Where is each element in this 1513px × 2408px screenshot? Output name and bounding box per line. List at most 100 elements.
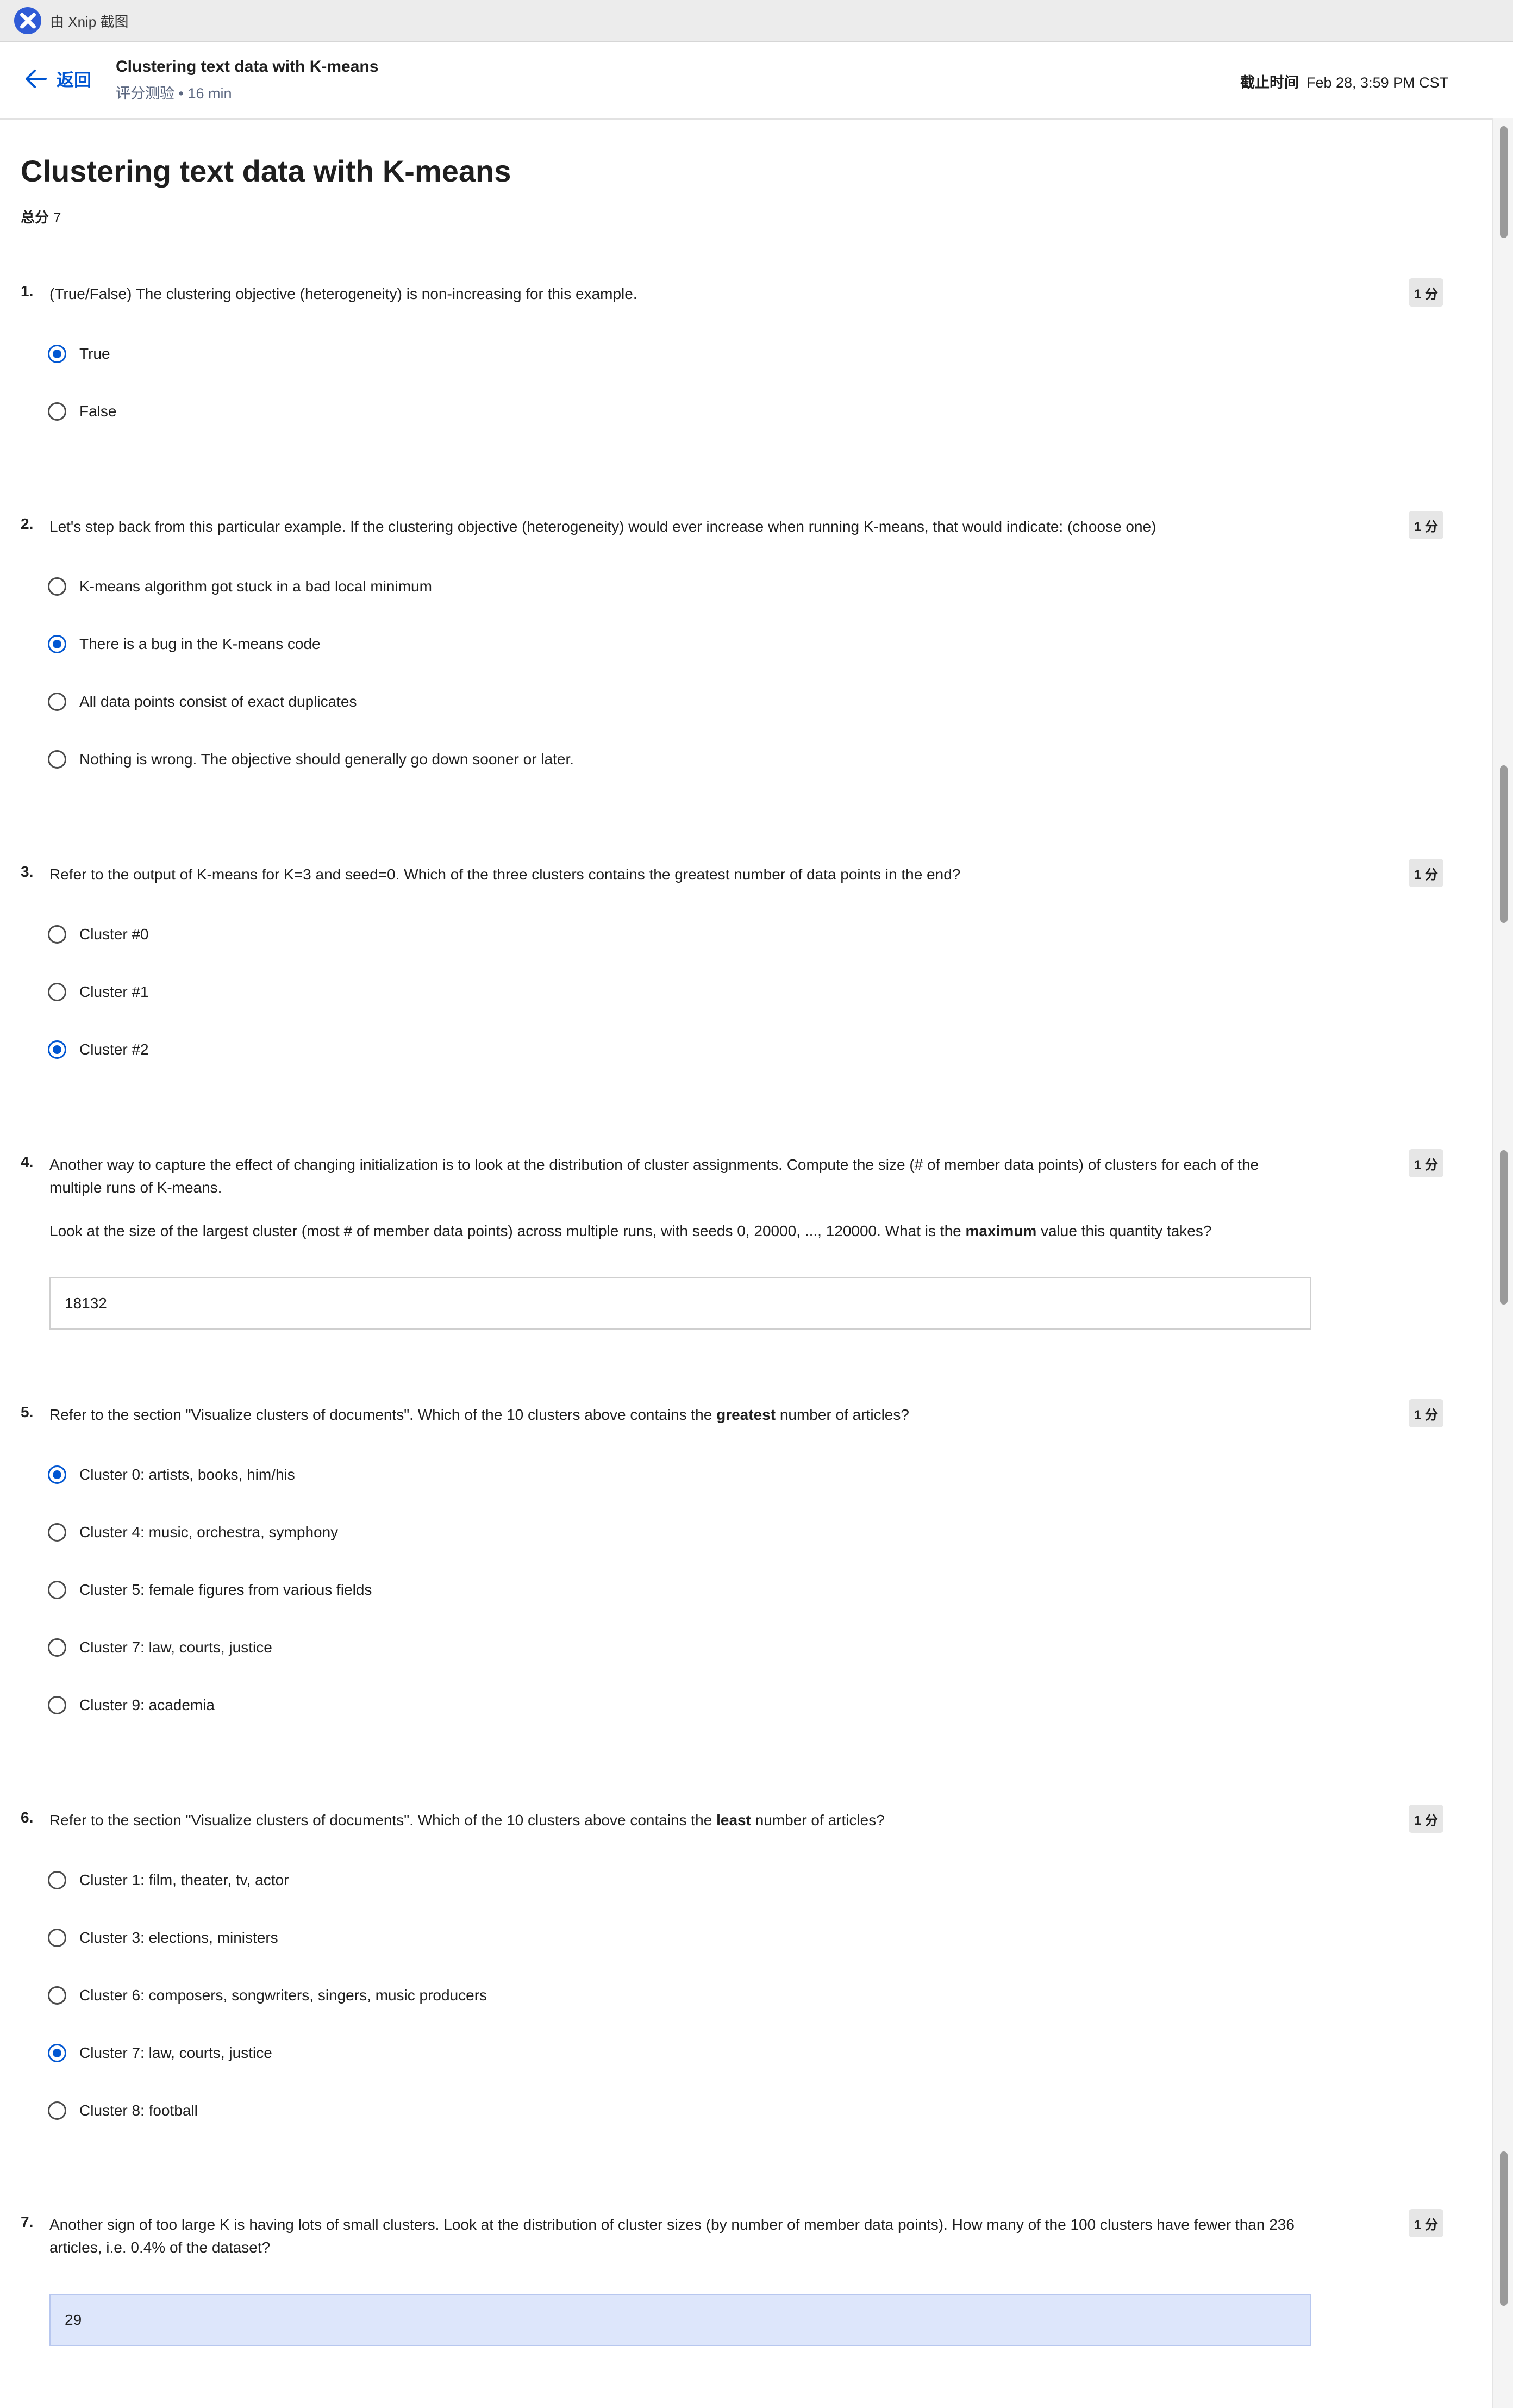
question-text: (True/False) The clustering objective (h… [49, 285, 637, 302]
option-label: False [79, 403, 117, 420]
option-label: Cluster 9: academia [79, 1696, 215, 1713]
answer-input[interactable]: 29 [49, 2294, 1311, 2346]
text-bold: least [716, 1812, 751, 1829]
option-cluster-4[interactable]: Cluster 4: music, orchestra, symphony [48, 1523, 338, 1542]
scrollbar-thumb-middle[interactable] [1500, 765, 1508, 923]
option-label: Cluster 3: elections, ministers [79, 1929, 278, 1946]
option-cluster-0[interactable]: Cluster 0: artists, books, him/his [48, 1465, 295, 1484]
question-text: Another way to capture the effect of cha… [49, 1156, 1259, 1196]
radio-icon[interactable] [48, 750, 66, 769]
scrollbar-thumb-lower[interactable] [1500, 1150, 1508, 1305]
option-nothing-wrong[interactable]: Nothing is wrong. The objective should g… [48, 750, 574, 769]
option-duplicates[interactable]: All data points consist of exact duplica… [48, 693, 357, 711]
radio-icon[interactable] [48, 577, 66, 596]
points-badge: 1 分 [1409, 2209, 1443, 2237]
option-label: Cluster 7: law, courts, justice [79, 2044, 272, 2061]
option-label: Cluster #0 [79, 926, 149, 943]
radio-selected-icon[interactable] [48, 345, 66, 363]
option-label: There is a bug in the K-means code [79, 635, 321, 652]
option-cluster-7[interactable]: Cluster 7: law, courts, justice [48, 2044, 272, 2062]
radio-icon[interactable] [48, 1638, 66, 1657]
screenshot-tool-bar: 由 Xnip 截图 [0, 0, 1513, 42]
text-part: number of articles? [776, 1406, 909, 1423]
text-bold: greatest [716, 1406, 776, 1423]
radio-icon[interactable] [48, 1523, 66, 1542]
radio-selected-icon[interactable] [48, 2044, 66, 2062]
scrollbar[interactable] [1492, 118, 1513, 2408]
option-false[interactable]: False [48, 402, 116, 421]
total-score-value: 7 [53, 209, 61, 226]
option-label: Cluster 7: law, courts, justice [79, 1639, 272, 1656]
question-text: Refer to the section "Visualize clusters… [49, 1403, 1310, 1426]
option-label: K-means algorithm got stuck in a bad loc… [79, 578, 432, 595]
option-local-minimum[interactable]: K-means algorithm got stuck in a bad loc… [48, 577, 432, 596]
question-number: 7. [21, 2213, 34, 2230]
header-title: Clustering text data with K-means [116, 58, 379, 76]
option-label: Cluster 6: composers, songwriters, singe… [79, 1987, 487, 2004]
option-cluster-1[interactable]: Cluster #1 [48, 983, 149, 1001]
option-label: Cluster 5: female figures from various f… [79, 1581, 372, 1598]
radio-icon[interactable] [48, 402, 66, 421]
deadline: 截止时间 Feb 28, 3:59 PM CST [1240, 71, 1448, 92]
radio-selected-icon[interactable] [48, 1465, 66, 1484]
answer-input[interactable]: 18132 [49, 1277, 1311, 1330]
points-badge: 1 分 [1409, 278, 1443, 307]
subtext-part: Look at the size of the largest cluster … [49, 1222, 966, 1239]
option-label: Nothing is wrong. The objective should g… [79, 751, 574, 768]
question-number: 3. [21, 863, 34, 880]
question-number: 5. [21, 1403, 34, 1420]
question-number: 6. [21, 1809, 34, 1826]
radio-icon[interactable] [48, 983, 66, 1001]
text-part: number of articles? [751, 1812, 885, 1829]
option-cluster-9[interactable]: Cluster 9: academia [48, 1696, 215, 1714]
option-cluster-8[interactable]: Cluster 8: football [48, 2101, 198, 2120]
total-score-label: 总分 [21, 209, 49, 226]
xnip-logo-icon [14, 7, 41, 34]
question-subtext: Look at the size of the largest cluster … [49, 1220, 1310, 1243]
back-button[interactable]: 返回 [24, 66, 91, 91]
radio-selected-icon[interactable] [48, 1040, 66, 1059]
subtext-part: value this quantity takes? [1036, 1222, 1212, 1239]
radio-icon[interactable] [48, 693, 66, 711]
header-subtitle: 评分测验 • 16 min [116, 85, 232, 102]
option-true[interactable]: True [48, 345, 110, 363]
text-part: Refer to the section "Visualize clusters… [49, 1406, 717, 1423]
xnip-title: 由 Xnip 截图 [50, 13, 129, 30]
option-label: All data points consist of exact duplica… [79, 693, 357, 710]
radio-icon[interactable] [48, 1581, 66, 1599]
option-cluster-6[interactable]: Cluster 6: composers, songwriters, singe… [48, 1986, 487, 2005]
question-text: Refer to the section "Visualize clusters… [49, 1809, 1310, 1832]
option-bug[interactable]: There is a bug in the K-means code [48, 635, 321, 653]
option-label: Cluster 8: football [79, 2102, 198, 2119]
option-cluster-0[interactable]: Cluster #0 [48, 925, 149, 944]
option-label: Cluster #1 [79, 983, 149, 1000]
option-cluster-3[interactable]: Cluster 3: elections, ministers [48, 1929, 278, 1947]
points-badge: 1 分 [1409, 1399, 1443, 1427]
radio-icon[interactable] [48, 1871, 66, 1889]
radio-selected-icon[interactable] [48, 635, 66, 653]
scrollbar-thumb-bottom[interactable] [1500, 2151, 1508, 2306]
radio-icon[interactable] [48, 1986, 66, 2005]
points-badge: 1 分 [1409, 1805, 1443, 1833]
question-text: Refer to the output of K-means for K=3 a… [49, 866, 961, 883]
quiz-header: 返回 Clustering text data with K-means 评分测… [0, 42, 1513, 120]
option-label: Cluster 4: music, orchestra, symphony [79, 1524, 339, 1540]
radio-icon[interactable] [48, 1696, 66, 1714]
points-badge: 1 分 [1409, 859, 1443, 887]
option-cluster-1[interactable]: Cluster 1: film, theater, tv, actor [48, 1871, 289, 1889]
text-part: Refer to the section "Visualize clusters… [49, 1812, 717, 1829]
radio-icon[interactable] [48, 2101, 66, 2120]
option-label: Cluster 1: film, theater, tv, actor [79, 1871, 289, 1888]
question-text: Let's step back from this particular exa… [49, 518, 1156, 535]
option-cluster-5[interactable]: Cluster 5: female figures from various f… [48, 1581, 372, 1599]
deadline-label: 截止时间 [1240, 74, 1299, 91]
deadline-value: Feb 28, 3:59 PM CST [1306, 74, 1449, 91]
question-number: 1. [21, 283, 34, 300]
radio-icon[interactable] [48, 1929, 66, 1947]
question-text: Another sign of too large K is having lo… [49, 2216, 1295, 2256]
option-cluster-2[interactable]: Cluster #2 [48, 1040, 149, 1059]
points-badge: 1 分 [1409, 511, 1443, 539]
radio-icon[interactable] [48, 925, 66, 944]
option-cluster-7[interactable]: Cluster 7: law, courts, justice [48, 1638, 272, 1657]
scrollbar-thumb-top[interactable] [1500, 126, 1508, 238]
